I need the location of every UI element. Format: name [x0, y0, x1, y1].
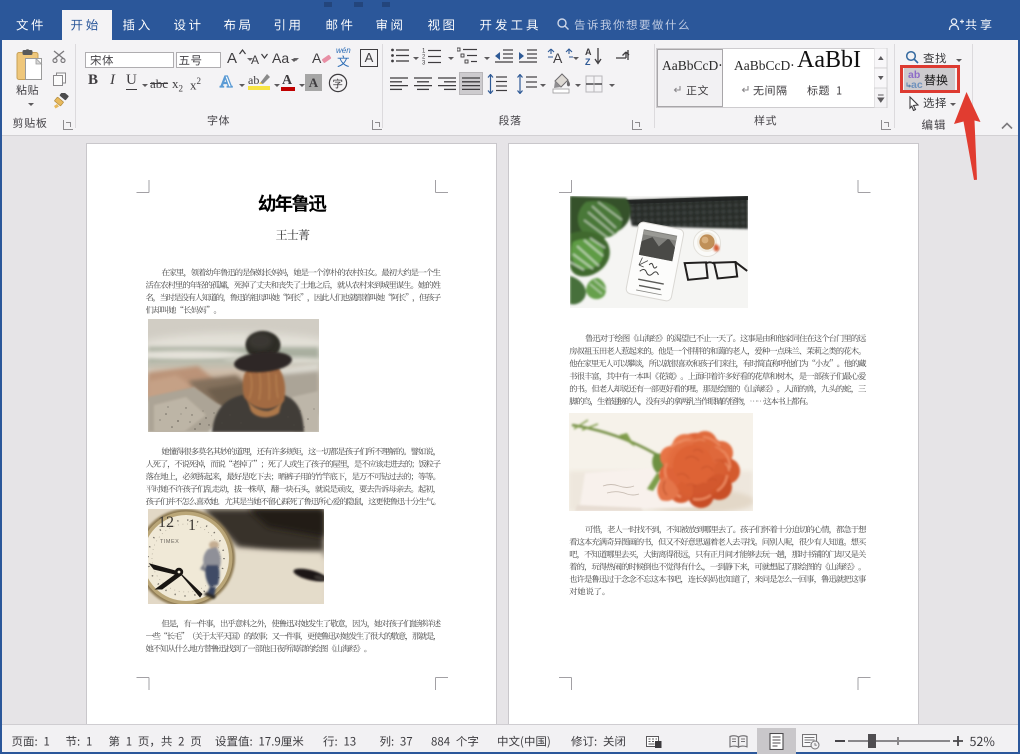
svg-text:12: 12 [158, 514, 174, 531]
svg-text:3: 3 [422, 61, 426, 66]
svg-text:A: A [553, 50, 563, 65]
svg-text:TIMEX: TIMEX [160, 539, 179, 545]
svg-text:1: 1 [188, 517, 196, 534]
svg-text:Z: Z [585, 57, 591, 66]
svg-text:A: A [585, 47, 592, 57]
